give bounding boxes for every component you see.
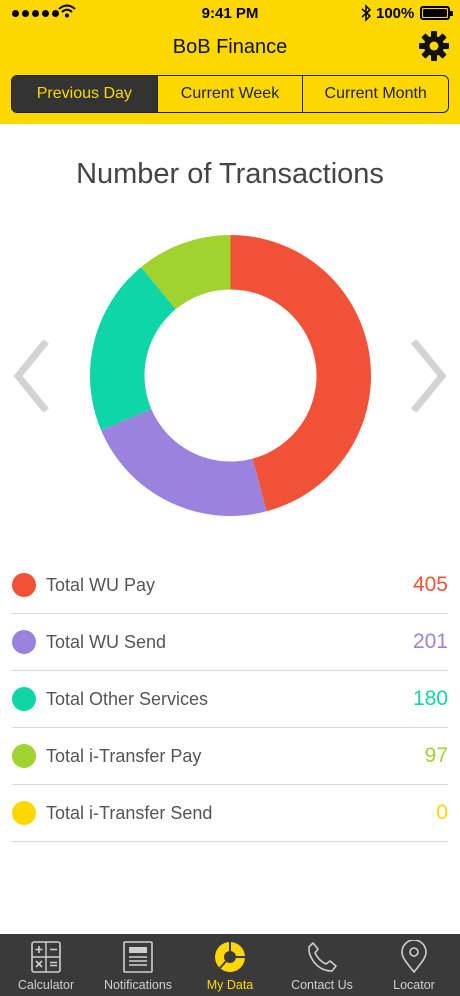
donut-slice-total-wu-send [101,409,267,516]
legend-color-dot [12,687,36,711]
legend-row-wu-pay: Total WU Pay 405 [12,557,448,614]
map-pin-icon [401,940,427,974]
legend-row-other-services: Total Other Services 180 [12,671,448,728]
battery-icon [420,6,453,20]
tab-label: My Data [206,978,254,992]
tab-calculator[interactable]: Calculator [0,934,92,996]
legend-color-dot [12,801,36,825]
tab-label: Notifications [103,978,173,992]
transactions-legend: Total WU Pay 405 Total WU Send 201 Total… [12,557,448,842]
my-data-icon [215,942,245,972]
segment-previous-day[interactable]: Previous Day [12,76,157,112]
tab-notifications[interactable]: Notifications [92,934,184,996]
tab-my-data[interactable]: My Data [184,934,276,996]
tab-label: Calculator [17,978,75,992]
gear-icon[interactable] [418,30,450,62]
page-title: BoB Finance [172,36,288,58]
legend-label: Total Other Services [46,688,209,709]
tab-contact-us[interactable]: Contact Us [276,934,368,996]
tab-locator[interactable]: Locator [368,934,460,996]
legend-row-i-transfer-send: Total i-Transfer Send 0 [12,785,448,842]
transactions-donut-chart [90,235,371,516]
legend-color-dot [12,573,36,597]
legend-color-dot [12,630,36,654]
chevron-left-icon[interactable] [10,340,50,412]
status-bar: 9:41 PM 100% [0,0,460,26]
notifications-icon [123,941,153,973]
legend-label: Total WU Send [46,631,167,652]
legend-value: 97 [424,744,448,767]
legend-value: 201 [412,630,448,653]
legend-label: Total i-Transfer Send [46,802,213,823]
phone-icon [308,942,337,972]
legend-value: 180 [412,687,448,710]
battery-percentage: 100% [376,5,415,22]
legend-label: Total i-Transfer Pay [46,745,202,766]
legend-color-dot [12,744,36,768]
legend-label: Total WU Pay [46,574,156,595]
bottom-tab-bar: Calculator Notifications My Data Contact… [0,934,460,996]
tab-label: Locator [393,978,435,992]
segment-current-week[interactable]: Current Week [156,76,303,112]
legend-row-i-transfer-pay: Total i-Transfer Pay 97 [12,728,448,785]
chevron-right-icon[interactable] [410,340,450,412]
period-segmented-control: Previous Day Current Week Current Month [11,75,449,113]
bluetooth-icon [361,4,372,22]
chart-title: Number of Transactions [76,158,384,190]
app-header: 9:41 PM 100% BoB Finance Previous Day Cu… [0,0,460,124]
legend-value: 0 [436,801,448,824]
segment-current-month[interactable]: Current Month [302,76,448,112]
legend-row-wu-send: Total WU Send 201 [12,614,448,671]
legend-value: 405 [412,573,448,596]
tab-label: Contact Us [291,978,353,992]
calculator-icon [31,941,61,973]
